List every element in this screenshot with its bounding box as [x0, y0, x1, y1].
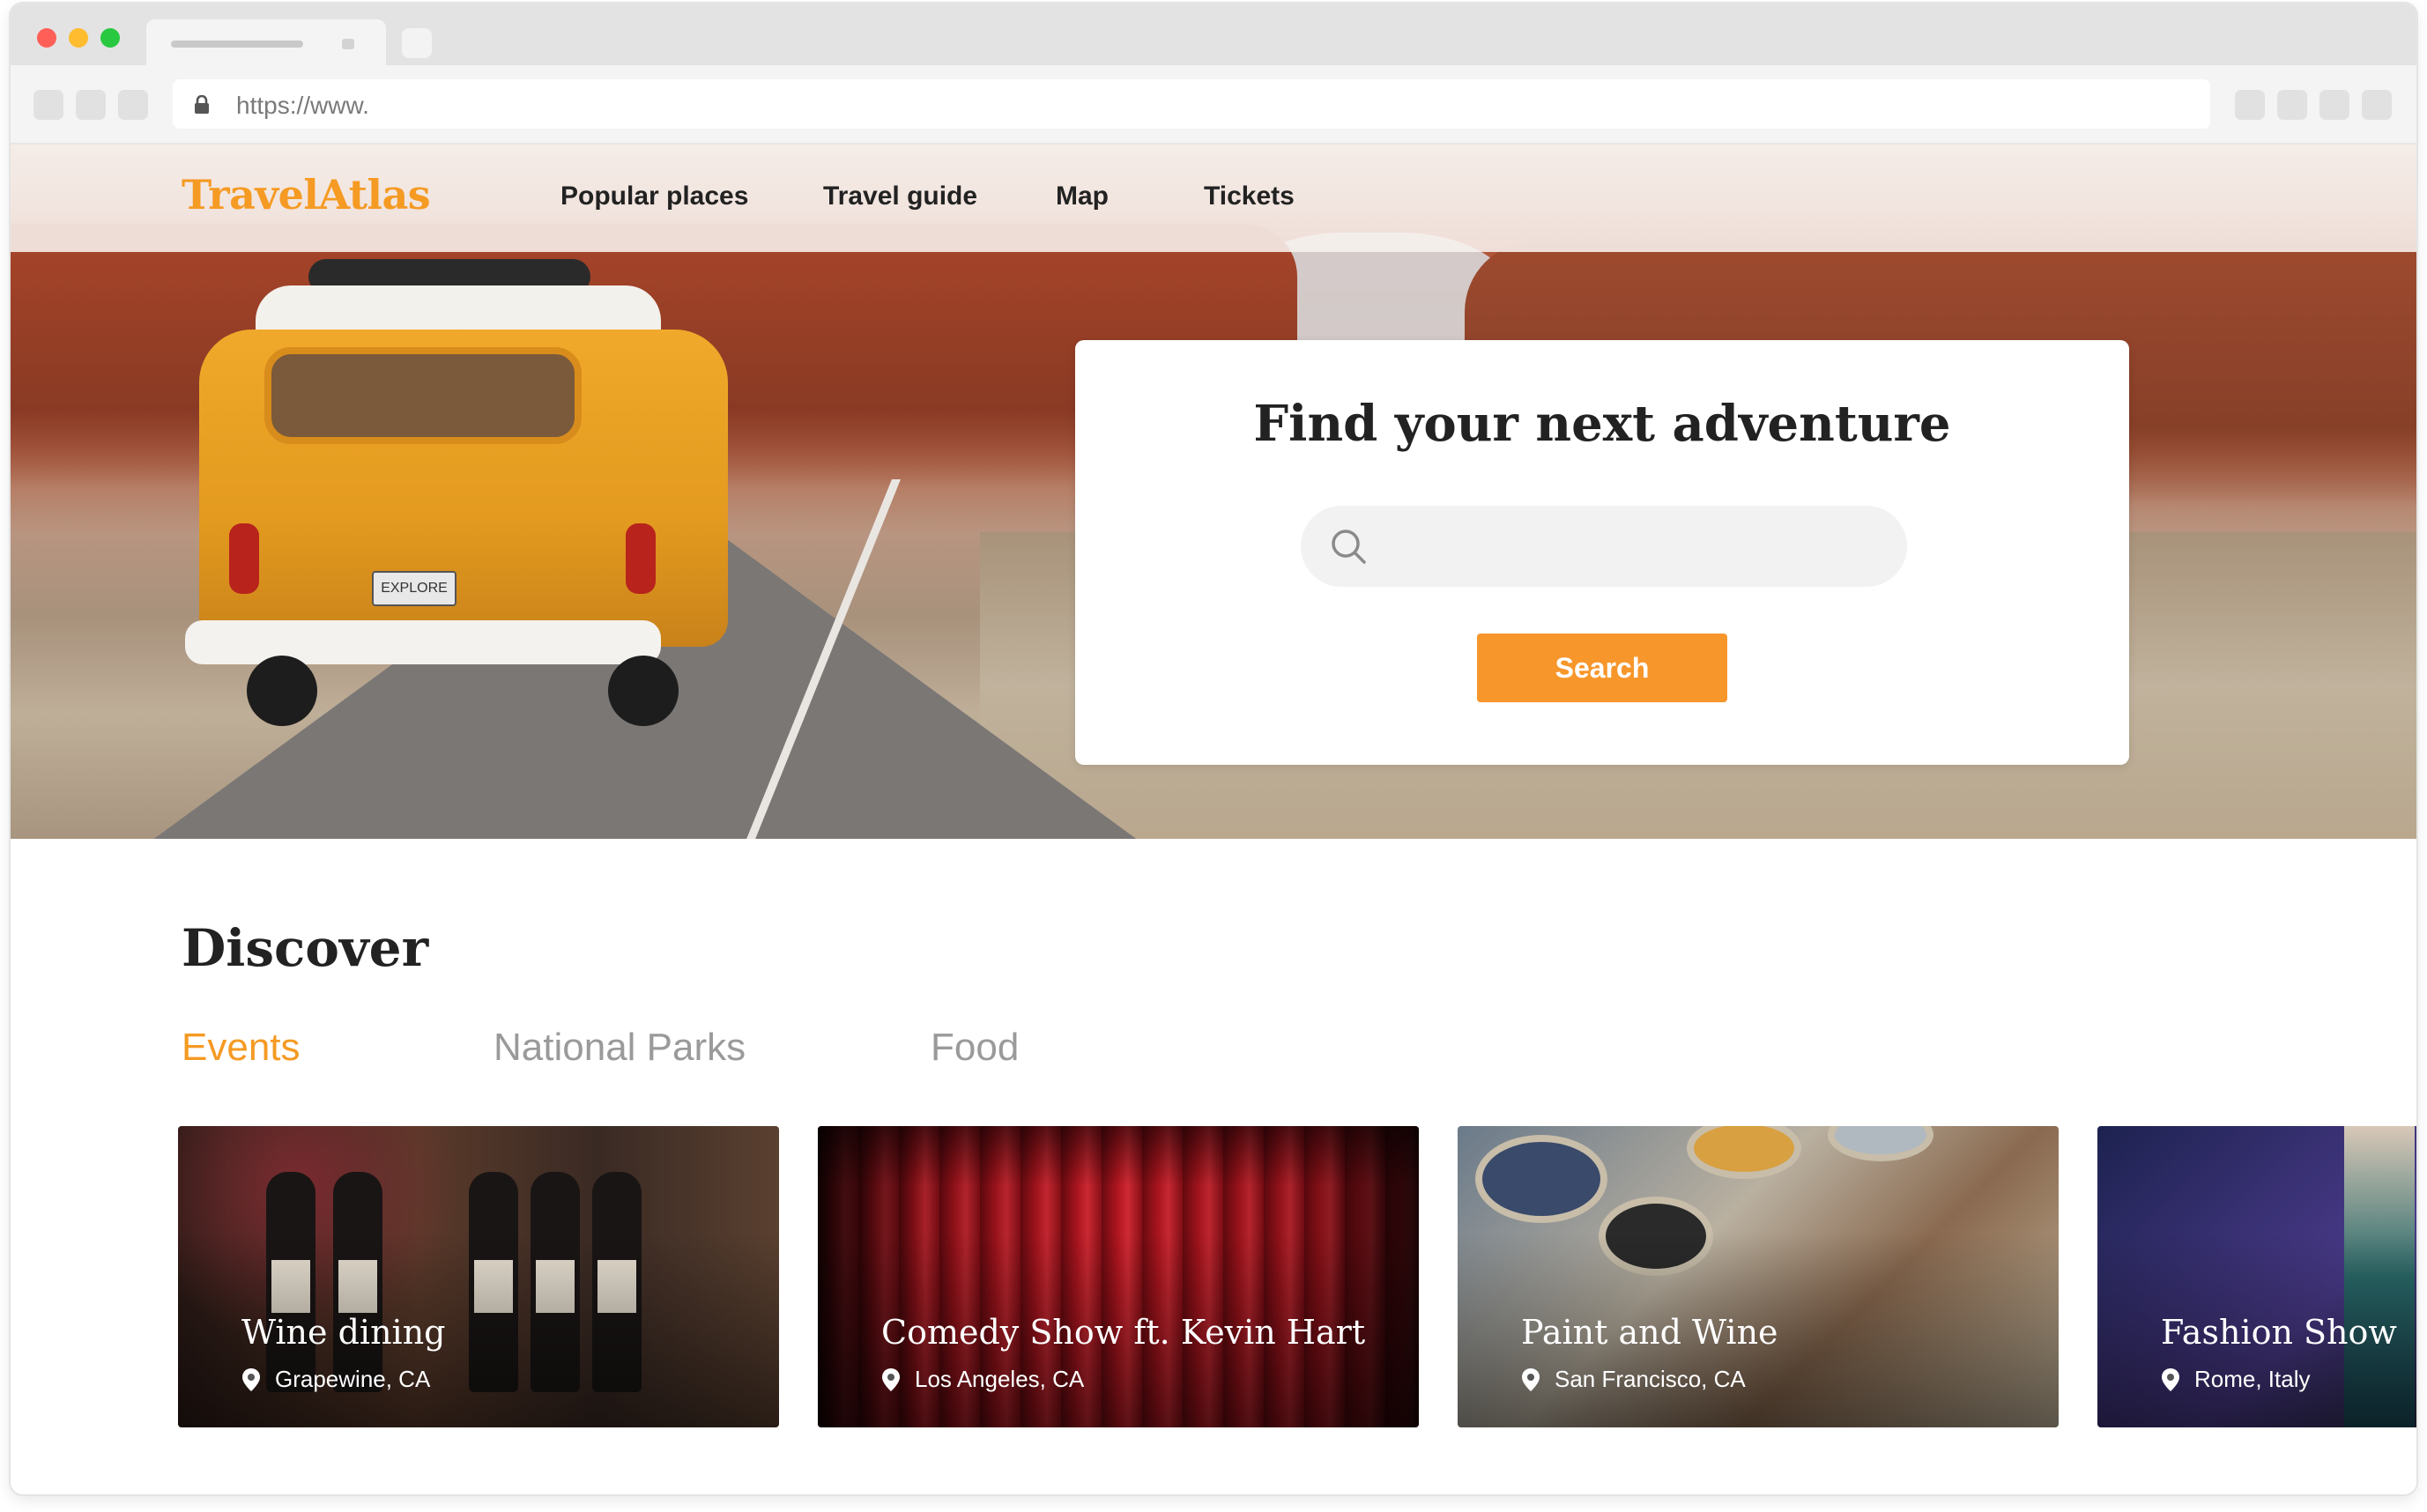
search-button[interactable]: Search — [1477, 634, 1727, 702]
location-pin-icon — [242, 1367, 260, 1391]
menu-button[interactable] — [2362, 90, 2392, 120]
nav-popular-places[interactable]: Popular places — [560, 182, 748, 211]
search-icon — [1332, 530, 1366, 564]
event-location-text: Grapewine, CA — [275, 1366, 431, 1392]
extension-button-2[interactable] — [2277, 90, 2307, 120]
search-card: Find your next adventure Search — [1075, 340, 2129, 765]
back-button[interactable] — [33, 90, 63, 120]
event-card-paint-and-wine[interactable]: Paint and Wine San Francisco, CA — [1458, 1126, 2059, 1427]
event-location-text: Los Angeles, CA — [915, 1366, 1085, 1392]
tab-events[interactable]: Events — [182, 1026, 301, 1070]
event-card-wine-dining[interactable]: Wine dining Grapewine, CA — [178, 1126, 779, 1427]
browser-window: https://www. EXPLORE TravelAtlas Popular… — [11, 4, 2416, 1494]
extension-button-1[interactable] — [2235, 90, 2265, 120]
tab-food[interactable]: Food — [931, 1026, 1019, 1070]
discover-heading: Discover — [182, 918, 429, 978]
event-location-text: San Francisco, CA — [1555, 1366, 1746, 1392]
forward-button[interactable] — [76, 90, 106, 120]
location-pin-icon — [2162, 1367, 2179, 1391]
event-title: Wine dining — [241, 1313, 446, 1352]
event-card-comedy-show[interactable]: Comedy Show ft. Kevin Hart Los Angeles, … — [818, 1126, 1419, 1427]
maximize-window-button[interactable] — [100, 28, 120, 48]
minimize-window-button[interactable] — [69, 28, 88, 48]
search-field[interactable] — [1301, 506, 1907, 587]
van-tail-light-right — [626, 523, 656, 594]
location-pin-icon — [1522, 1367, 1540, 1391]
van-rear-window — [264, 347, 582, 444]
search-heading: Find your next adventure — [1253, 395, 1951, 453]
event-location: Rome, Italy — [2161, 1366, 2311, 1393]
browser-tab[interactable] — [146, 19, 386, 65]
event-location-text: Rome, Italy — [2194, 1366, 2311, 1392]
close-window-button[interactable] — [37, 28, 56, 48]
page: EXPLORE TravelAtlas Popular places Trave… — [11, 145, 2416, 1494]
event-title: Comedy Show ft. Kevin Hart — [881, 1313, 1366, 1352]
event-card-list: Wine dining Grapewine, CA Comedy Show ft… — [178, 1126, 2416, 1429]
tab-title-placeholder — [171, 41, 303, 48]
van-wheel-right — [608, 656, 679, 726]
reload-button[interactable] — [118, 90, 148, 120]
event-card-fashion-show[interactable]: Fashion Show Rome, Italy — [2097, 1126, 2416, 1427]
site-header: TravelAtlas Popular places Travel guide … — [11, 145, 2416, 252]
event-location: Grapewine, CA — [241, 1366, 430, 1393]
location-pin-icon — [882, 1367, 900, 1391]
url-text: https://www. — [236, 92, 369, 119]
address-bar[interactable]: https://www. — [173, 79, 2210, 129]
new-tab-button[interactable] — [402, 28, 432, 58]
browser-tabbar — [11, 4, 2416, 65]
browser-toolbar: https://www. — [11, 65, 2416, 145]
van-license-plate: EXPLORE — [372, 571, 456, 606]
event-location: San Francisco, CA — [1521, 1366, 1746, 1393]
nav-travel-guide[interactable]: Travel guide — [823, 182, 977, 211]
tab-national-parks[interactable]: National Parks — [494, 1026, 746, 1070]
lock-icon — [195, 95, 209, 114]
van-tail-light-left — [229, 523, 259, 594]
hero-van-image: EXPLORE — [167, 250, 749, 726]
event-location: Los Angeles, CA — [881, 1366, 1084, 1393]
event-title: Paint and Wine — [1521, 1313, 1778, 1352]
nav-map[interactable]: Map — [1056, 182, 1109, 211]
search-input[interactable] — [1380, 506, 1882, 587]
van-bumper — [185, 620, 661, 664]
tab-close-icon[interactable] — [342, 39, 354, 49]
nav-tickets[interactable]: Tickets — [1204, 182, 1295, 211]
site-logo[interactable]: TravelAtlas — [182, 171, 431, 219]
hero-banner: EXPLORE TravelAtlas Popular places Trave… — [11, 145, 2416, 839]
event-title: Fashion Show — [2161, 1313, 2397, 1352]
van-wheel-left — [247, 656, 317, 726]
extension-button-3[interactable] — [2319, 90, 2349, 120]
